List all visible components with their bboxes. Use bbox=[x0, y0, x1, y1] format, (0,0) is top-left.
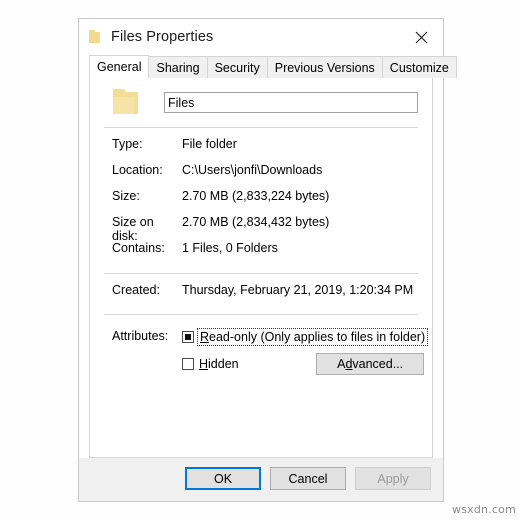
tab-general[interactable]: General bbox=[89, 55, 150, 78]
property-value: File folder bbox=[182, 137, 237, 151]
property-label: Size: bbox=[112, 189, 140, 203]
hidden-checkbox[interactable] bbox=[182, 358, 194, 370]
property-value: 1 Files, 0 Folders bbox=[182, 241, 278, 255]
tab-strip: General Sharing Security Previous Versio… bbox=[79, 55, 457, 78]
apply-button: Apply bbox=[355, 467, 431, 490]
advanced-label-rest: vanced... bbox=[352, 357, 404, 371]
property-row-size: Size: 2.70 MB (2,833,224 bytes) bbox=[102, 189, 420, 215]
ok-button[interactable]: OK bbox=[185, 467, 261, 490]
created-value: Thursday, February 21, 2019, 1:20:34 PM bbox=[182, 283, 414, 297]
tab-sharing[interactable]: Sharing bbox=[148, 56, 208, 78]
cancel-button[interactable]: Cancel bbox=[270, 467, 346, 490]
properties-list: Type: File folder Location: C:\Users\jon… bbox=[102, 128, 420, 273]
property-label: Size on disk: bbox=[112, 215, 154, 243]
attributes-label: Attributes: bbox=[112, 329, 169, 343]
readonly-label-rest: ead-only (Only applies to files in folde… bbox=[209, 330, 426, 344]
hidden-checkbox-row[interactable]: Hidden Advanced... bbox=[182, 353, 426, 375]
close-icon[interactable] bbox=[399, 19, 443, 55]
property-row-contains: Contains: 1 Files, 0 Folders bbox=[102, 241, 420, 267]
hidden-accel-letter: H bbox=[199, 357, 209, 371]
folder-icon bbox=[89, 30, 102, 44]
attributes-section: Attributes: Read-only (Only applies to f… bbox=[102, 315, 429, 381]
folder-name-row bbox=[102, 78, 420, 127]
property-label: Location: bbox=[112, 163, 163, 177]
readonly-checkbox[interactable] bbox=[182, 331, 194, 343]
readonly-checkbox-row[interactable]: Read-only (Only applies to files in fold… bbox=[182, 327, 429, 347]
general-tab-panel: Type: File folder Location: C:\Users\jon… bbox=[89, 77, 433, 458]
property-row-type: Type: File folder bbox=[102, 137, 420, 163]
property-value: 2.70 MB (2,834,432 bytes) bbox=[182, 215, 330, 229]
window-title: Files Properties bbox=[111, 29, 214, 45]
folder-icon-large bbox=[112, 89, 142, 116]
tab-security[interactable]: Security bbox=[206, 56, 268, 78]
screen: Files Properties General Sharing Securit… bbox=[0, 0, 520, 520]
readonly-accel-letter: R bbox=[200, 330, 210, 344]
readonly-label[interactable]: Read-only (Only applies to files in fold… bbox=[196, 328, 429, 346]
property-row-location: Location: C:\Users\jonfi\Downloads bbox=[102, 163, 420, 189]
watermark: wsxdn.com bbox=[452, 503, 516, 516]
property-row-created: Created: Thursday, February 21, 2019, 1:… bbox=[102, 283, 420, 305]
tab-previous-versions[interactable]: Previous Versions bbox=[266, 56, 383, 78]
hidden-label-rest: idden bbox=[208, 357, 239, 371]
property-value: 2.70 MB (2,833,224 bytes) bbox=[182, 189, 330, 203]
hidden-label[interactable]: Hidden bbox=[199, 357, 239, 371]
dialog-footer: OK Cancel Apply bbox=[79, 458, 443, 501]
created-section: Created: Thursday, February 21, 2019, 1:… bbox=[102, 274, 420, 314]
advanced-button[interactable]: Advanced... bbox=[316, 353, 425, 375]
property-row-size-on-disk: Size on disk: 2.70 MB (2,834,432 bytes) bbox=[102, 215, 420, 243]
folder-name-input[interactable] bbox=[164, 92, 418, 113]
tab-customize[interactable]: Customize bbox=[381, 56, 457, 78]
property-value: C:\Users\jonfi\Downloads bbox=[182, 163, 323, 177]
created-label: Created: bbox=[112, 283, 160, 297]
properties-dialog: Files Properties General Sharing Securit… bbox=[78, 18, 457, 502]
title-bar: Files Properties bbox=[79, 19, 443, 55]
property-label: Contains: bbox=[112, 241, 165, 255]
property-label: Type: bbox=[112, 137, 143, 151]
